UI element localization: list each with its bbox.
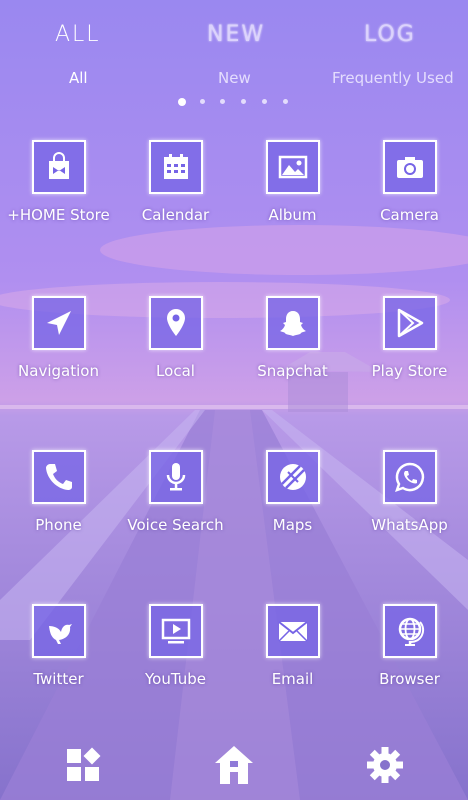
app-label: Play Store — [371, 362, 448, 380]
bottom-dock — [0, 740, 468, 790]
app-label: Browser — [379, 670, 440, 688]
tab-new-label[interactable]: New — [218, 69, 251, 87]
app-tile[interactable] — [265, 604, 320, 658]
app-tile[interactable] — [265, 296, 320, 350]
twitter-bird-icon — [48, 624, 72, 644]
app-calendar[interactable]: Calendar — [117, 140, 234, 224]
tab-new-title[interactable]: NEW — [207, 22, 265, 47]
settings-button[interactable] — [360, 740, 410, 790]
app-phone[interactable]: Phone — [0, 450, 117, 534]
app-label: Camera — [380, 206, 439, 224]
app-tile[interactable] — [31, 140, 86, 194]
app-tile[interactable] — [382, 450, 437, 504]
phone-icon — [45, 464, 72, 490]
app-tile[interactable] — [148, 450, 203, 504]
app-tile[interactable] — [382, 140, 437, 194]
page-dot — [220, 99, 225, 104]
camera-icon — [396, 157, 423, 178]
home-button[interactable] — [209, 740, 259, 790]
app-navigation[interactable]: Navigation — [0, 296, 117, 380]
tab-all-title[interactable]: ALL — [55, 22, 101, 47]
app-tile[interactable] — [31, 450, 86, 504]
youtube-video-icon — [161, 618, 190, 644]
app-tile[interactable] — [148, 140, 203, 194]
page-dot — [241, 99, 246, 104]
app-tile[interactable] — [148, 604, 203, 658]
app-browser[interactable]: Browser — [351, 604, 468, 688]
app-whatsapp[interactable]: WhatsApp — [351, 450, 468, 534]
microphone-icon — [166, 463, 185, 491]
album-image-icon — [278, 155, 307, 179]
app-label: Email — [271, 670, 314, 688]
app-email[interactable]: Email — [234, 604, 351, 688]
app-tile[interactable] — [265, 450, 320, 504]
calendar-icon — [163, 154, 188, 179]
app-maps[interactable]: Maps — [234, 450, 351, 534]
tab-frequently-used-label[interactable]: Frequently Used — [332, 69, 454, 87]
app-label: +HOME Store — [7, 206, 110, 224]
app-tile[interactable] — [265, 140, 320, 194]
page-indicator — [178, 98, 298, 109]
maps-icon — [279, 464, 306, 490]
app-local[interactable]: Local — [117, 296, 234, 380]
page-dot — [200, 99, 205, 104]
tab-all-label[interactable]: All — [69, 69, 88, 87]
play-store-icon — [397, 308, 423, 338]
app-label: Navigation — [18, 362, 99, 380]
snapchat-ghost-icon — [279, 311, 306, 336]
app-tile[interactable] — [31, 296, 86, 350]
app-label: Phone — [35, 516, 82, 534]
app-home-store[interactable]: +HOME Store — [0, 140, 117, 224]
globe-icon — [398, 617, 424, 646]
page-dot — [283, 99, 288, 104]
app-label: Maps — [272, 516, 313, 534]
app-label: Album — [268, 206, 317, 224]
app-label: Snapchat — [257, 362, 328, 380]
app-twitter[interactable]: Twitter — [0, 604, 117, 688]
app-tile[interactable] — [31, 604, 86, 658]
app-label: Calendar — [141, 206, 210, 224]
whatsapp-icon — [394, 462, 424, 492]
app-tile[interactable] — [382, 296, 437, 350]
app-camera[interactable]: Camera — [351, 140, 468, 224]
app-label: WhatsApp — [371, 516, 448, 534]
app-voice-search[interactable]: Voice Search — [117, 450, 234, 534]
navigation-arrow-icon — [46, 311, 71, 335]
store-bag-icon — [48, 152, 69, 179]
app-label: YouTube — [145, 670, 206, 688]
app-label: Voice Search — [127, 516, 224, 534]
app-youtube[interactable]: YouTube — [117, 604, 234, 688]
home-icon — [215, 746, 253, 784]
app-tile[interactable] — [148, 296, 203, 350]
app-label: Twitter — [33, 670, 84, 688]
email-envelope-icon — [277, 621, 308, 642]
app-snapchat[interactable]: Snapchat — [234, 296, 351, 380]
widgets-icon — [67, 747, 101, 781]
tab-header-bar: ALL NEW LOG — [0, 22, 468, 52]
app-label: Local — [156, 362, 195, 380]
tab-log-title[interactable]: LOG — [364, 22, 416, 47]
app-tile[interactable] — [382, 604, 437, 658]
app-play-store[interactable]: Play Store — [351, 296, 468, 380]
page-dot — [262, 99, 267, 104]
widgets-button[interactable] — [58, 740, 108, 790]
settings-gear-icon — [367, 747, 403, 783]
page-dot-active — [178, 98, 186, 106]
app-album[interactable]: Album — [234, 140, 351, 224]
map-pin-icon — [166, 309, 185, 336]
